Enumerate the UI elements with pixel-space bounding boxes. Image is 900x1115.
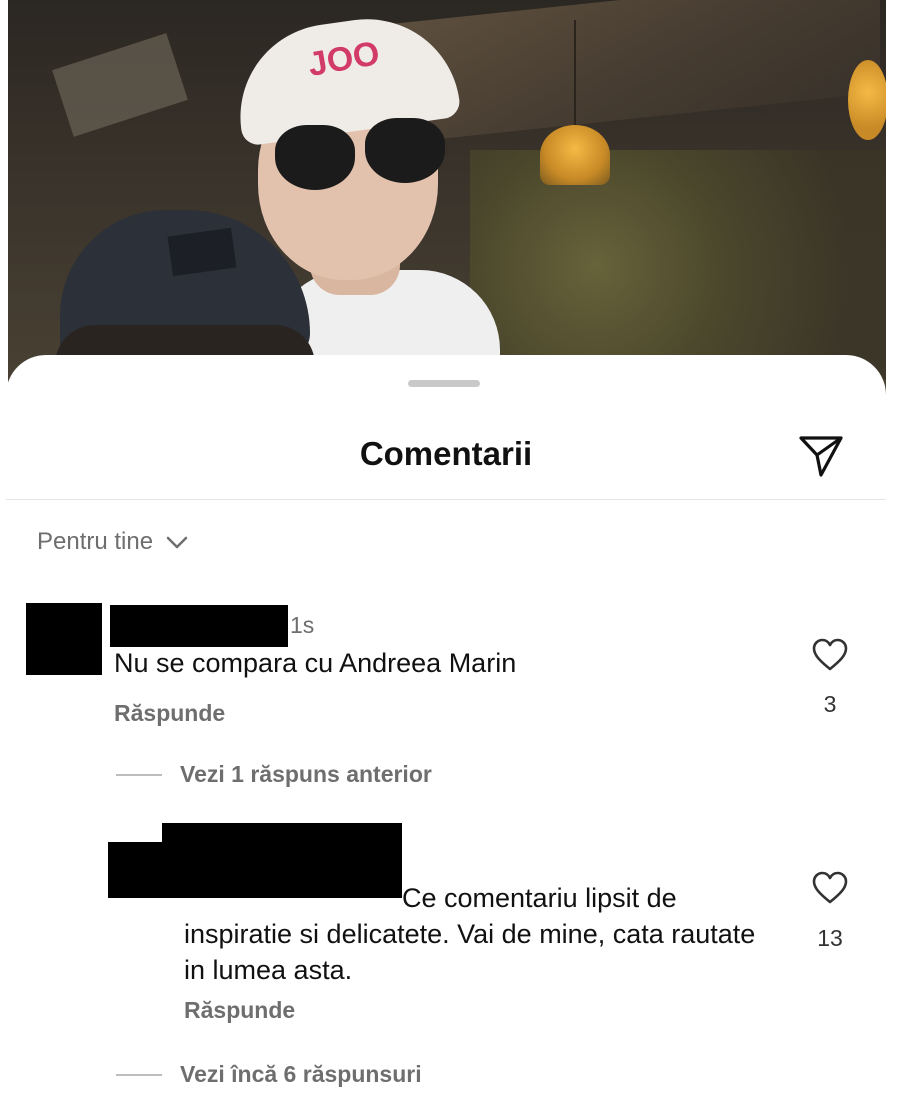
- photo-beam: [52, 33, 188, 137]
- photo-sunglasses-right: [365, 118, 445, 183]
- view-replies-button[interactable]: Vezi 1 răspuns anterior: [116, 761, 432, 788]
- sort-label: Pentru tine: [37, 528, 154, 555]
- reply-button[interactable]: Răspunde: [114, 700, 225, 727]
- sheet-title: Comentarii: [359, 435, 533, 472]
- photo-sunglasses-left: [275, 125, 355, 190]
- thread-line: [116, 1073, 162, 1076]
- photo-lamp: [540, 125, 610, 185]
- post-photo: JOO: [0, 0, 900, 400]
- comment-text: Ce comentariu lipsit de inspiratie si de…: [184, 883, 756, 985]
- comment-text: Nu se compara cu Andreea Marin: [114, 648, 517, 678]
- like-count: 3: [823, 691, 837, 717]
- photo-lamp-right: [848, 60, 888, 140]
- photo-foliage: [470, 150, 890, 380]
- photo-edge-right: [886, 0, 900, 400]
- sort-dropdown[interactable]: Pentru tine: [37, 525, 191, 559]
- username-redacted[interactable]: [110, 605, 288, 647]
- view-more-replies-label: Vezi încă 6 răspunsuri: [180, 1061, 422, 1087]
- photo-lamp-cord: [574, 20, 576, 128]
- view-replies-label: Vezi 1 răspuns anterior: [180, 761, 432, 787]
- comment-timestamp: 1s: [290, 612, 315, 638]
- like-count: 13: [817, 925, 843, 951]
- view-more-replies-button[interactable]: Vezi încă 6 răspunsuri: [116, 1061, 422, 1088]
- comments-sheet: Comentarii Pentru tine 1s Nu se compara …: [6, 355, 886, 1115]
- chevron-down-icon: [166, 536, 188, 549]
- reply-button[interactable]: Răspunde: [184, 997, 295, 1024]
- avatar-redacted[interactable]: [26, 603, 102, 675]
- photo-edge-left: [0, 0, 8, 400]
- header-divider: [6, 499, 886, 500]
- heart-icon[interactable]: [812, 871, 848, 905]
- heart-icon[interactable]: [812, 638, 848, 672]
- send-icon[interactable]: [796, 430, 846, 480]
- sheet-drag-handle[interactable]: [408, 380, 480, 387]
- thread-line: [116, 773, 162, 776]
